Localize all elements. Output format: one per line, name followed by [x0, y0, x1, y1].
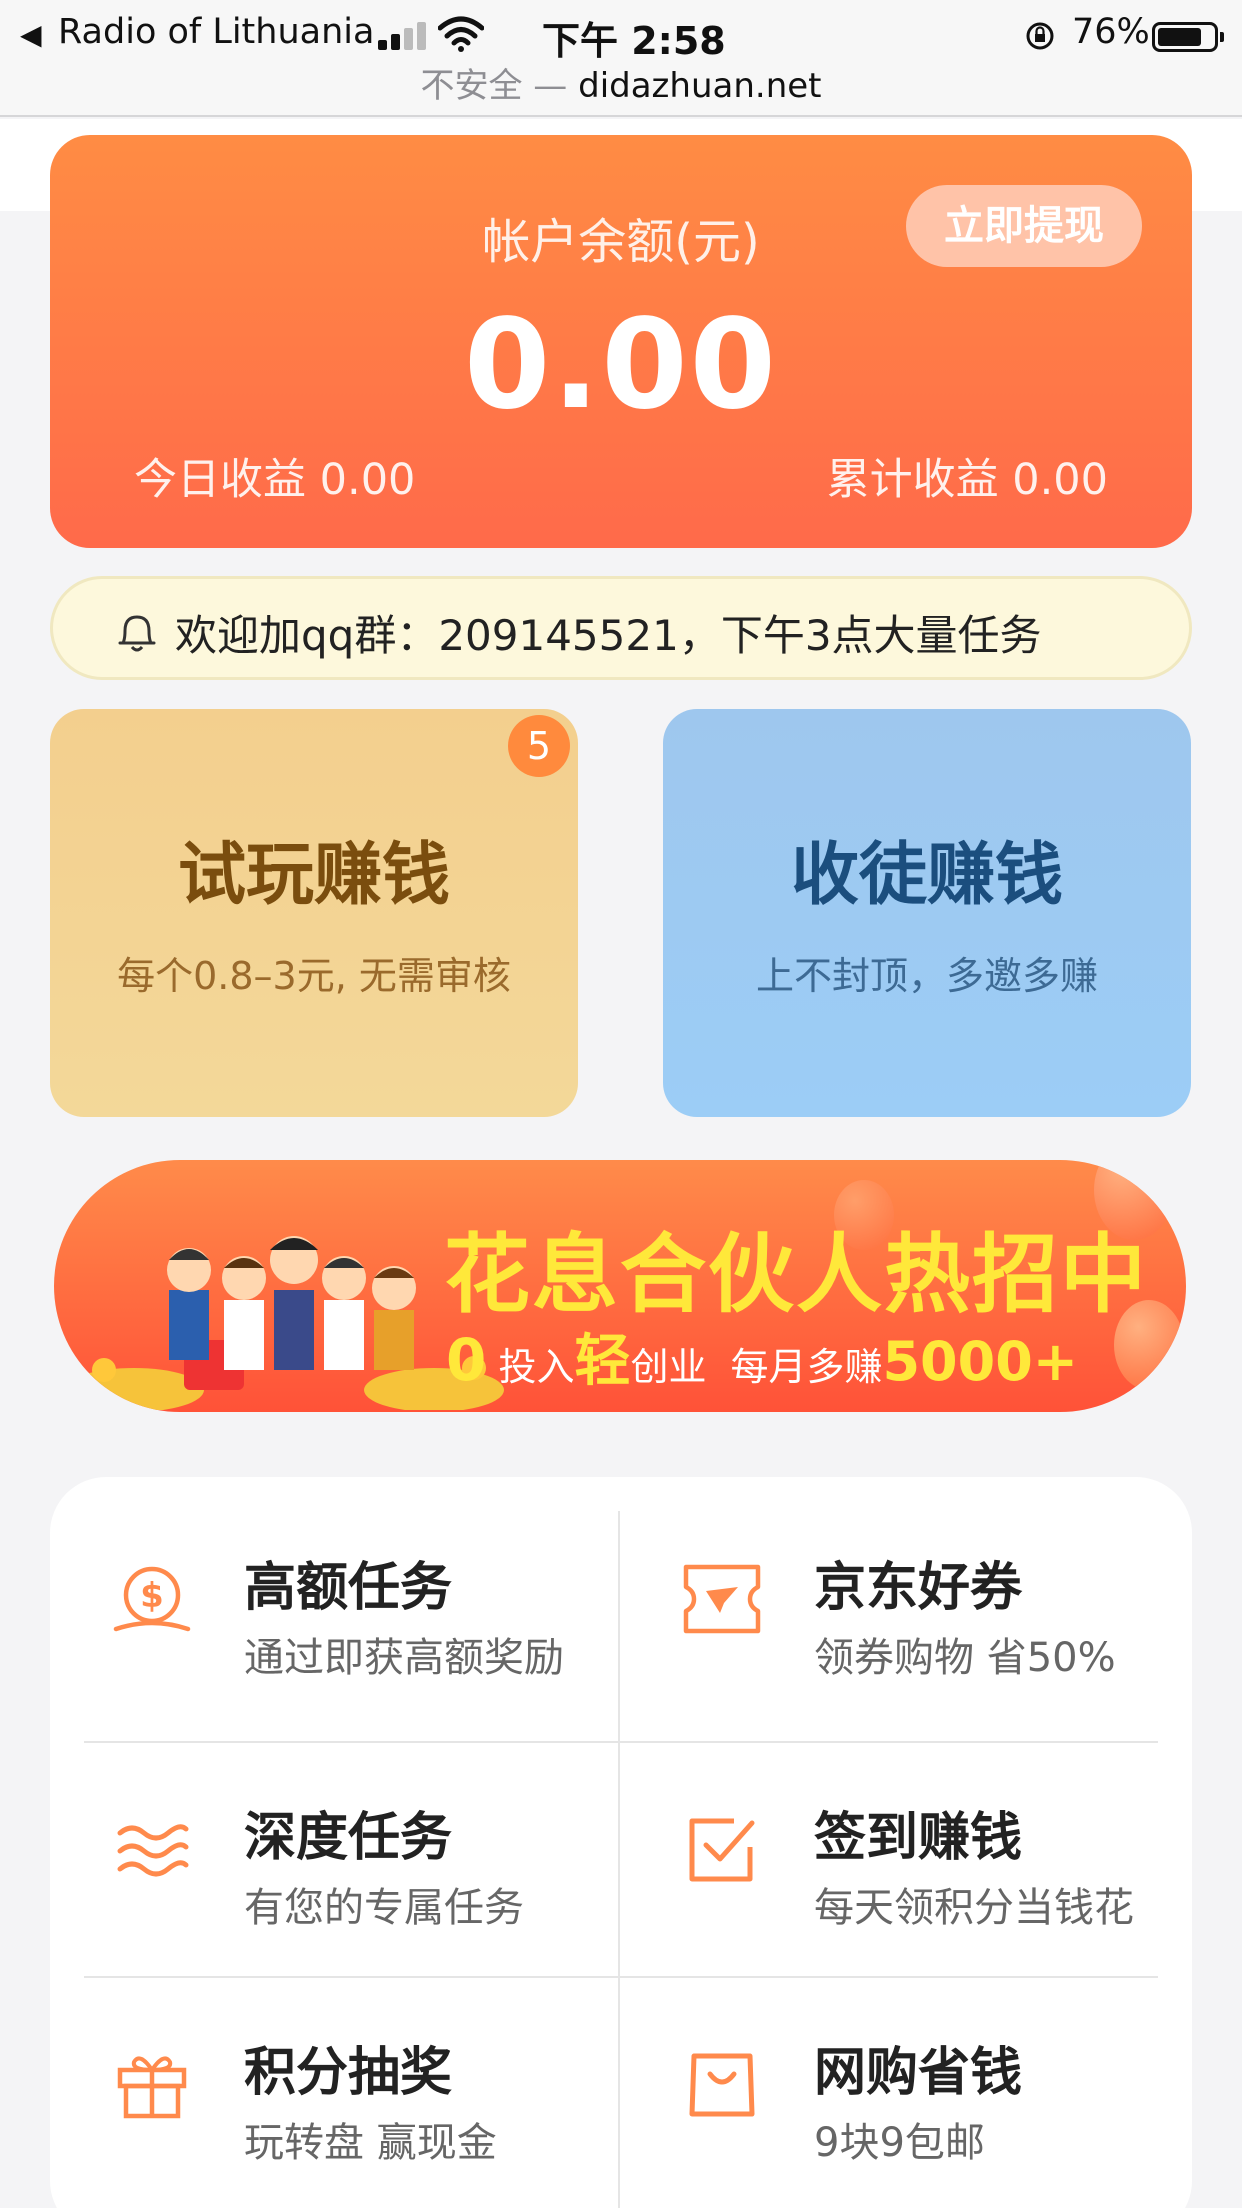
rotation-lock-icon — [1026, 22, 1054, 50]
grid-item-jd-coupons[interactable]: 京东好券 领券购物 省50% — [620, 1497, 1160, 1727]
task-count-badge: 5 — [508, 715, 570, 777]
grid-item-subtitle: 通过即获高额奖励 — [244, 1635, 564, 1681]
grid-item-shopping-savings[interactable]: 网购省钱 9块9包邮 — [620, 1982, 1160, 2208]
back-to-app-icon[interactable]: ◀ — [20, 18, 42, 51]
notice-text: 欢迎加qq群：209145521，下午3点大量任务 — [175, 611, 1042, 660]
invite-earn-subtitle: 上不封顶，多邀多赚 — [755, 954, 1098, 998]
grid-item-title: 深度任务 — [244, 1808, 453, 1868]
grid-item-subtitle: 9块9包邮 — [814, 2120, 985, 2166]
invite-earn-title: 收徒赚钱 — [790, 836, 1063, 915]
feature-grid: $ 高额任务 通过即获高额奖励 京东好券 领券购物 省50% 深度任务 有您的专… — [50, 1477, 1192, 2208]
dollar-coin-icon: $ — [113, 1566, 191, 1632]
grid-item-subtitle: 领券购物 省50% — [814, 1635, 1116, 1681]
grid-item-points-lottery[interactable]: 积分抽奖 玩转盘 赢现金 — [50, 1982, 590, 2208]
trial-earn-subtitle: 每个0.8–3元, 无需审核 — [117, 954, 511, 998]
checkbox-icon — [689, 1818, 755, 1882]
balance-card: 帐户余额(元) 0.00 立即提现 今日收益 0.00 累计收益 0.00 — [50, 135, 1192, 548]
address-bar[interactable]: 不安全 — didazhuan.net — [0, 58, 1242, 107]
grid-item-title: 网购省钱 — [814, 2043, 1023, 2103]
balance-amount: 0.00 — [464, 293, 778, 437]
battery-icon — [1152, 22, 1224, 52]
waves-icon — [117, 1824, 189, 1877]
bell-icon — [118, 615, 156, 652]
banner-startup: 创业 — [630, 1345, 707, 1389]
grid-item-title: 京东好券 — [814, 1558, 1023, 1618]
withdraw-button[interactable]: 立即提现 — [906, 185, 1142, 267]
svg-text:$: $ — [140, 1576, 164, 1616]
banner-subtitle: 0 投入轻创业 每月多赚5000+ — [446, 1316, 1078, 1397]
back-to-app-label[interactable]: Radio of Lithuania — [58, 12, 374, 52]
trial-earn-card[interactable]: 试玩赚钱 每个0.8–3元, 无需审核 5 — [50, 709, 578, 1117]
signal-icon — [378, 20, 430, 50]
banner-monthly: 每月多赚 — [730, 1345, 883, 1389]
partner-recruit-banner[interactable]: 花息合伙人热招中 0 投入轻创业 每月多赚5000+ — [54, 1160, 1186, 1412]
trial-earn-title: 试玩赚钱 — [177, 836, 450, 915]
shopping-bag-icon — [689, 2053, 755, 2117]
grid-item-subtitle: 玩转盘 赢现金 — [244, 2120, 497, 2166]
grid-divider — [84, 1741, 1158, 1743]
insecure-label: 不安全 — — [420, 66, 568, 106]
banner-light: 轻 — [574, 1329, 631, 1394]
invite-earn-card[interactable]: 收徒赚钱 上不封顶，多邀多赚 — [663, 709, 1191, 1117]
grid-item-deep-tasks[interactable]: 深度任务 有您的专属任务 — [50, 1747, 590, 1977]
grid-item-high-reward-tasks[interactable]: $ 高额任务 通过即获高额奖励 — [50, 1497, 590, 1727]
grid-item-title: 签到赚钱 — [814, 1808, 1023, 1868]
coupon-icon — [683, 1564, 761, 1634]
banner-title: 花息合伙人热招中 — [444, 1225, 1148, 1325]
notice-bar[interactable]: 欢迎加qq群：209145521，下午3点大量任务 — [50, 576, 1192, 680]
grid-item-checkin-earn[interactable]: 签到赚钱 每天领积分当钱花 — [620, 1747, 1160, 1977]
gift-icon — [117, 2056, 187, 2119]
grid-item-subtitle: 每天领积分当钱花 — [814, 1885, 1134, 1931]
grid-item-title: 高额任务 — [244, 1558, 453, 1618]
url-host: didazhuan.net — [578, 66, 822, 106]
browser-status-bar: ◀ Radio of Lithuania 下午 2:58 76% 不安全 — d… — [0, 0, 1242, 117]
today-earnings: 今日收益 0.00 — [134, 455, 416, 505]
grid-item-title: 积分抽奖 — [244, 2043, 453, 2103]
battery-percent: 76% — [1072, 12, 1150, 52]
clock: 下午 2:58 — [542, 19, 726, 63]
wifi-icon — [438, 16, 484, 52]
banner-zero: 0 — [446, 1326, 487, 1394]
grid-item-subtitle: 有您的专属任务 — [244, 1885, 524, 1931]
banner-amount: 5000+ — [882, 1330, 1079, 1393]
banner-invest: 投入 — [486, 1345, 575, 1389]
total-earnings: 累计收益 0.00 — [826, 455, 1108, 505]
